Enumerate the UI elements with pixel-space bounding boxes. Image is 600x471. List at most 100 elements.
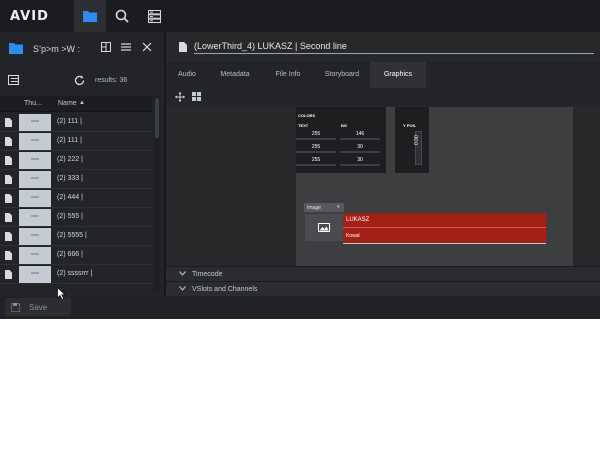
text-color-slider-b[interactable] (296, 164, 336, 166)
panels-icon (147, 9, 161, 23)
thumbnail (19, 190, 51, 207)
search-button[interactable] (106, 0, 138, 32)
item-name: (2) 666 | (57, 251, 83, 258)
list-item[interactable]: (2) 333 | (0, 170, 152, 189)
top-bar: AVID (0, 0, 600, 32)
text-color-slider-g[interactable] (296, 151, 336, 153)
section-vslots-channels[interactable]: VSlots and Channels (166, 281, 600, 296)
thumbnail-placeholder (31, 120, 39, 122)
thumbnail-placeholder (31, 215, 39, 217)
list-item[interactable]: (2) 111 | (0, 113, 152, 132)
bg-color-value-g[interactable]: 30 (340, 144, 380, 150)
browse-panel-header: S’p>m >W : (0, 32, 164, 66)
lower-third-line1[interactable]: LUKASZ (346, 217, 369, 223)
asset-editor-panel: (LowerThird_4) LUKASZ | Second line Audi… (166, 32, 600, 296)
results-list: (2) 111 | (2) 111 | (2) 222 | (2) 333 | (2) … (0, 113, 152, 288)
chevron-down-icon: ▾ (337, 204, 340, 210)
text-color-value-g[interactable]: 255 (296, 144, 336, 150)
image-placeholder[interactable] (305, 214, 343, 241)
list-item[interactable]: (2) 444 | (0, 189, 152, 208)
bg-color-slider-b[interactable] (340, 164, 380, 166)
thumbnail (19, 228, 51, 245)
tab-file-info[interactable]: File Info (262, 62, 314, 88)
thumbnail-placeholder (31, 234, 39, 236)
results-count: results: 36 (95, 77, 128, 84)
avid-logo: AVID (10, 9, 49, 24)
text-color-slider-r[interactable] (296, 138, 336, 140)
thumbnail (19, 266, 51, 283)
asset-title-underline (194, 53, 594, 54)
item-name: (2) 555 | (57, 213, 83, 220)
menu-icon[interactable] (121, 42, 131, 52)
list-item[interactable]: (2) 5555 | (0, 227, 152, 246)
save-button[interactable]: Save (5, 298, 71, 316)
search-icon (115, 9, 129, 23)
thumbnail (19, 133, 51, 150)
item-name: (2) 333 | (57, 175, 83, 182)
document-icon (5, 232, 12, 241)
document-icon (5, 270, 12, 279)
text-color-value-r[interactable]: 255 (296, 131, 336, 137)
thumbnail-placeholder (31, 196, 39, 198)
split-view-icon[interactable] (101, 42, 111, 52)
thumbnail-placeholder (31, 158, 39, 160)
item-name: (2) 222 | (57, 156, 83, 163)
text-color-value-b[interactable]: 255 (296, 157, 336, 163)
image-icon (318, 223, 330, 232)
tab-metadata[interactable]: Metadata (208, 62, 262, 88)
grid-icon[interactable] (192, 92, 202, 102)
sort-ascending-icon[interactable]: ▲ (79, 100, 85, 106)
tab-graphics[interactable]: Graphics (370, 62, 426, 88)
mouse-cursor-icon (57, 287, 66, 300)
browse-panel: S’p>m >W : results: 36 Thu... Name ▲ (2)… (0, 32, 164, 296)
bg-color-value-b[interactable]: 30 (340, 157, 380, 163)
thumbnail (19, 247, 51, 264)
chevron-down-icon (179, 286, 186, 291)
document-icon (5, 213, 12, 222)
item-name: (2) 5555 | (57, 232, 87, 239)
list-item[interactable]: (2) ssssrrr | (0, 265, 152, 284)
section-timecode[interactable]: Timecode (166, 266, 600, 281)
list-item[interactable]: (2) 555 | (0, 208, 152, 227)
column-header-thumbnail[interactable]: Thu... (24, 100, 42, 107)
chevron-down-icon (179, 271, 186, 276)
folder-icon (83, 11, 97, 22)
asset-title[interactable]: (LowerThird_4) LUKASZ | Second line (194, 41, 347, 51)
column-header-name[interactable]: Name (58, 100, 77, 107)
tab-audio[interactable]: Audio (166, 62, 208, 88)
list-view-icon[interactable] (8, 75, 19, 85)
asset-header: (LowerThird_4) LUKASZ | Second line (166, 32, 600, 62)
image-select-value: Image (307, 205, 321, 211)
thumbnail (19, 209, 51, 226)
save-button-label: Save (29, 303, 48, 312)
save-icon (11, 303, 20, 312)
bg-color-slider-g[interactable] (340, 151, 380, 153)
panels-button[interactable] (138, 0, 170, 32)
folder-icon (9, 43, 23, 54)
results-scrollbar-thumb[interactable] (155, 98, 159, 138)
section-vslots-label: VSlots and Channels (192, 286, 258, 293)
lower-third-baseline (343, 243, 546, 244)
list-item[interactable]: (2) 222 | (0, 151, 152, 170)
thumbnail-placeholder (31, 139, 39, 141)
browse-toolbar: results: 36 (0, 66, 164, 94)
refresh-icon[interactable] (74, 75, 85, 86)
list-item[interactable]: (2) 111 | (0, 132, 152, 151)
close-icon[interactable] (142, 42, 152, 52)
tab-storyboard[interactable]: Storyboard (314, 62, 370, 88)
image-select[interactable]: Image ▾ (304, 203, 344, 212)
asset-tabs: Audio Metadata File Info Storyboard Grap… (166, 62, 600, 88)
bg-color-slider-r[interactable] (340, 138, 380, 140)
item-name: (2) ssssrrr | (57, 270, 93, 277)
bg-color-label: BG (341, 123, 347, 128)
item-name: (2) 111 | (57, 137, 82, 144)
lower-third-line2[interactable]: Kowal (346, 233, 360, 239)
graphics-toolbar (166, 88, 600, 106)
move-icon[interactable] (175, 92, 185, 102)
list-item[interactable]: (2) 666 | (0, 246, 152, 265)
document-icon (5, 194, 12, 203)
thumbnail-placeholder (31, 253, 39, 255)
lower-third-preview[interactable]: LUKASZ Kowal (343, 213, 546, 243)
bg-color-value-r[interactable]: 146 (340, 131, 380, 137)
browse-button[interactable] (74, 0, 106, 32)
